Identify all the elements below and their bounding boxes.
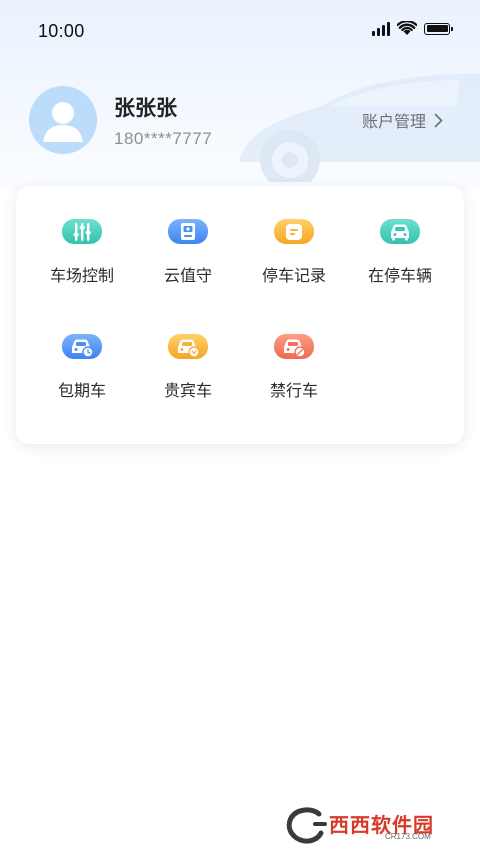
menu-label: 云值守	[163, 266, 212, 285]
function-menu-card: 车场控制 云值守 停车记录 在停车辆 包期车 贵宾车 禁行车	[16, 186, 464, 444]
cloud-guard-icon	[168, 219, 208, 244]
watermark-logo: 西西软件园 CR173.COM	[285, 806, 460, 846]
menu-label: 停车记录	[261, 266, 326, 285]
menu-item-lot-control[interactable]: 车场控制	[29, 186, 135, 286]
menu-label: 包期车	[57, 381, 106, 400]
avatar[interactable]	[29, 86, 97, 154]
watermark-emblem-icon	[286, 807, 327, 844]
menu-item-parking-records[interactable]: 停车记录	[241, 186, 347, 286]
chevron-right-icon	[434, 113, 443, 127]
menu-item-forbidden-vehicles[interactable]: 禁行车	[241, 301, 347, 401]
menu-label: 禁行车	[269, 381, 318, 400]
user-phone: 180****7777	[114, 129, 213, 148]
menu-item-parked-vehicles[interactable]: 在停车辆	[347, 186, 453, 286]
signal-icon	[372, 21, 390, 36]
user-icon	[43, 102, 83, 142]
menu-label: 贵宾车	[163, 381, 212, 400]
menu-item-period-vehicles[interactable]: 包期车	[29, 301, 135, 401]
car-clock-icon	[62, 334, 102, 359]
menu-item-vip-vehicles[interactable]: 贵宾车	[135, 301, 241, 401]
menu-label: 在停车辆	[367, 266, 432, 285]
account-manage-label: 账户管理	[361, 112, 426, 131]
wifi-icon	[397, 21, 417, 35]
menu-item-cloud-guard[interactable]: 云值守	[135, 186, 241, 286]
car-forbidden-icon	[274, 334, 314, 359]
car-vip-icon	[168, 334, 208, 359]
user-name: 张张张	[114, 96, 177, 120]
car-icon	[380, 219, 420, 244]
battery-icon	[424, 22, 453, 35]
sliders-icon	[62, 219, 102, 244]
status-time: 10:00	[38, 21, 85, 41]
status-icons	[372, 21, 453, 36]
watermark-subtext: CR173.COM	[385, 832, 431, 841]
menu-label: 车场控制	[49, 266, 114, 285]
record-icon	[274, 219, 314, 244]
account-manage-link[interactable]: 账户管理	[362, 108, 443, 132]
